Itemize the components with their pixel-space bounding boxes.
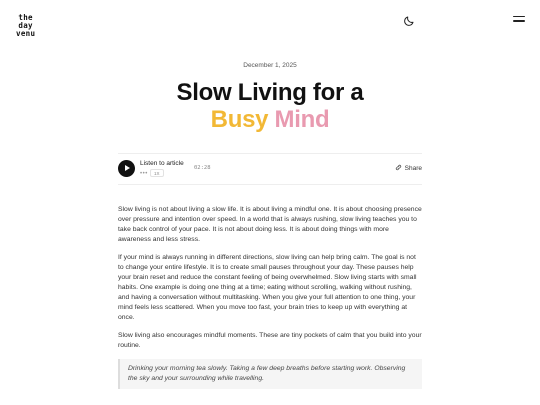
site-header: the day venu (0, 0, 540, 44)
listen-label: Listen to article (140, 160, 184, 167)
page: the day venu December 1, 2025 Slow Livin… (0, 0, 540, 405)
article-date: December 1, 2025 (243, 62, 297, 69)
audio-player: Listen to article ••• 1X 02:28 Share (118, 153, 422, 185)
moon-icon[interactable] (403, 15, 415, 27)
link-icon (395, 164, 401, 171)
paragraph: If your mind is always running in differ… (118, 254, 417, 321)
article-title-line1: Slow Living for a (176, 79, 364, 106)
audio-duration: 02:28 (194, 165, 211, 171)
title-word-mind: Mind (274, 106, 330, 133)
site-logo[interactable]: the day venu (16, 14, 35, 38)
play-button[interactable] (118, 160, 135, 177)
speed-select[interactable]: 1X (150, 169, 164, 177)
share-label: Share (404, 165, 422, 172)
article-title-line2: Busy Mind (0, 106, 540, 134)
paragraph: Slow living is not about living a slow l… (118, 206, 422, 243)
share-button[interactable]: Share (395, 164, 422, 172)
logo-line: venu (16, 29, 36, 38)
blockquote: Drinking your morning tea slowly. Taking… (118, 359, 422, 389)
article-body: Slow living is not about living a slow l… (118, 205, 422, 389)
hamburger-icon[interactable] (513, 16, 525, 26)
title-word-busy: Busy (210, 106, 269, 133)
paragraph: Slow living also encourages mindful mome… (118, 332, 422, 349)
more-icon[interactable]: ••• (140, 171, 148, 177)
